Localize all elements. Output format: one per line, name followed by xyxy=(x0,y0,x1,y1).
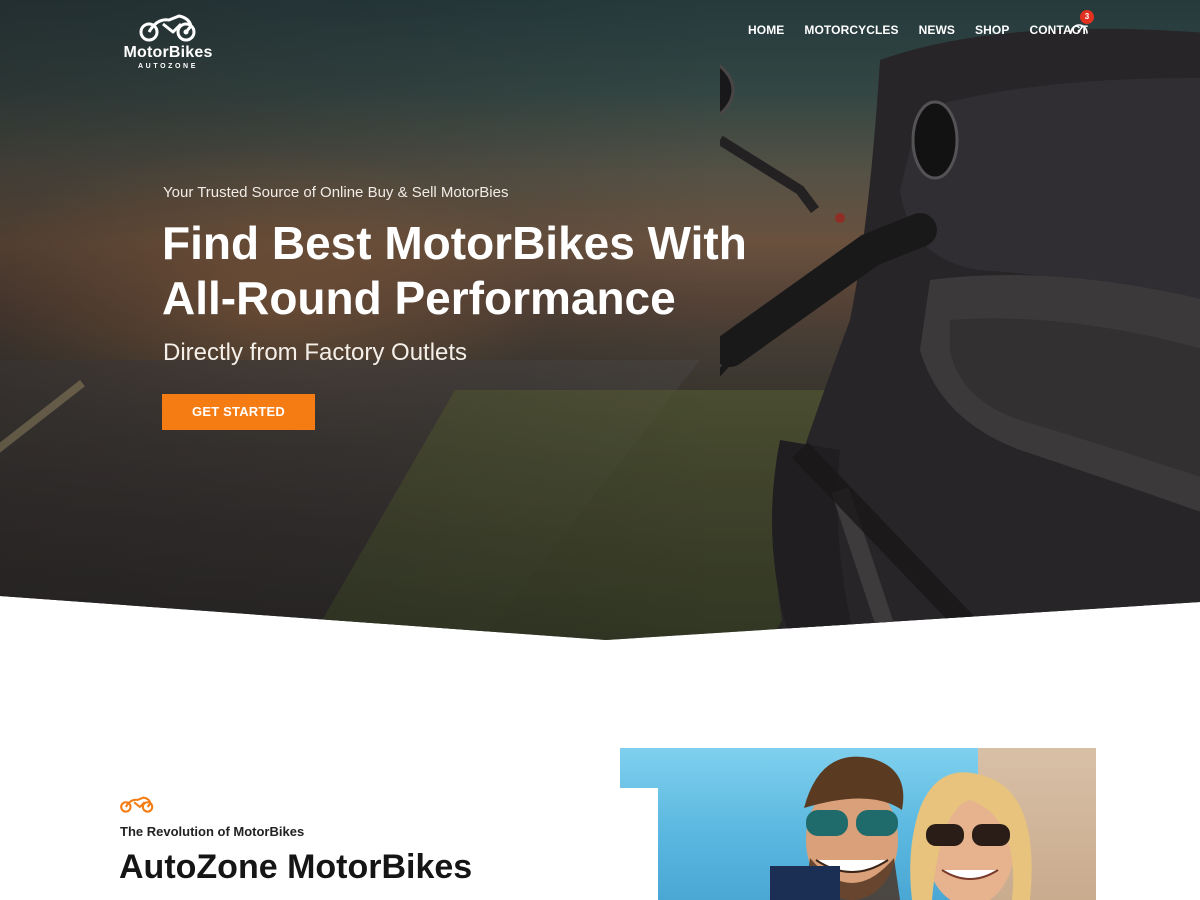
photo-frame-notch xyxy=(620,788,658,900)
nav-item-news[interactable]: NEWS xyxy=(919,22,955,38)
nav-item-shop[interactable]: SHOP xyxy=(975,22,1009,38)
hero-kicker: Your Trusted Source of Online Buy & Sell… xyxy=(163,184,509,201)
main-navigation: HOME MOTORCYCLES NEWS SHOP CONTACT xyxy=(748,22,1088,38)
brand-logo[interactable]: MotorBikes AUTOZONE xyxy=(120,12,216,71)
gauge-count-badge: 3 xyxy=(1080,10,1094,24)
get-started-button[interactable]: GET STARTED xyxy=(162,394,315,430)
brand-tagline: AUTOZONE xyxy=(138,63,198,70)
couple-photo xyxy=(620,748,1096,900)
section-kicker: The Revolution of MotorBikes xyxy=(120,824,305,839)
section-motorcycle-icon xyxy=(120,795,154,818)
section-title: AutoZone MotorBikes xyxy=(119,848,473,886)
brand-name: MotorBikes xyxy=(123,44,213,61)
hero-title: Find Best MotorBikes With All-Round Perf… xyxy=(162,217,747,324)
nav-item-motorcycles[interactable]: MOTORCYCLES xyxy=(804,22,898,38)
motorcycle-icon xyxy=(120,796,154,813)
motorcycle-icon xyxy=(139,14,196,42)
hero-subtitle: Directly from Factory Outlets xyxy=(163,339,468,366)
couple-figures xyxy=(770,756,1032,900)
nav-item-home[interactable]: HOME xyxy=(748,22,784,38)
